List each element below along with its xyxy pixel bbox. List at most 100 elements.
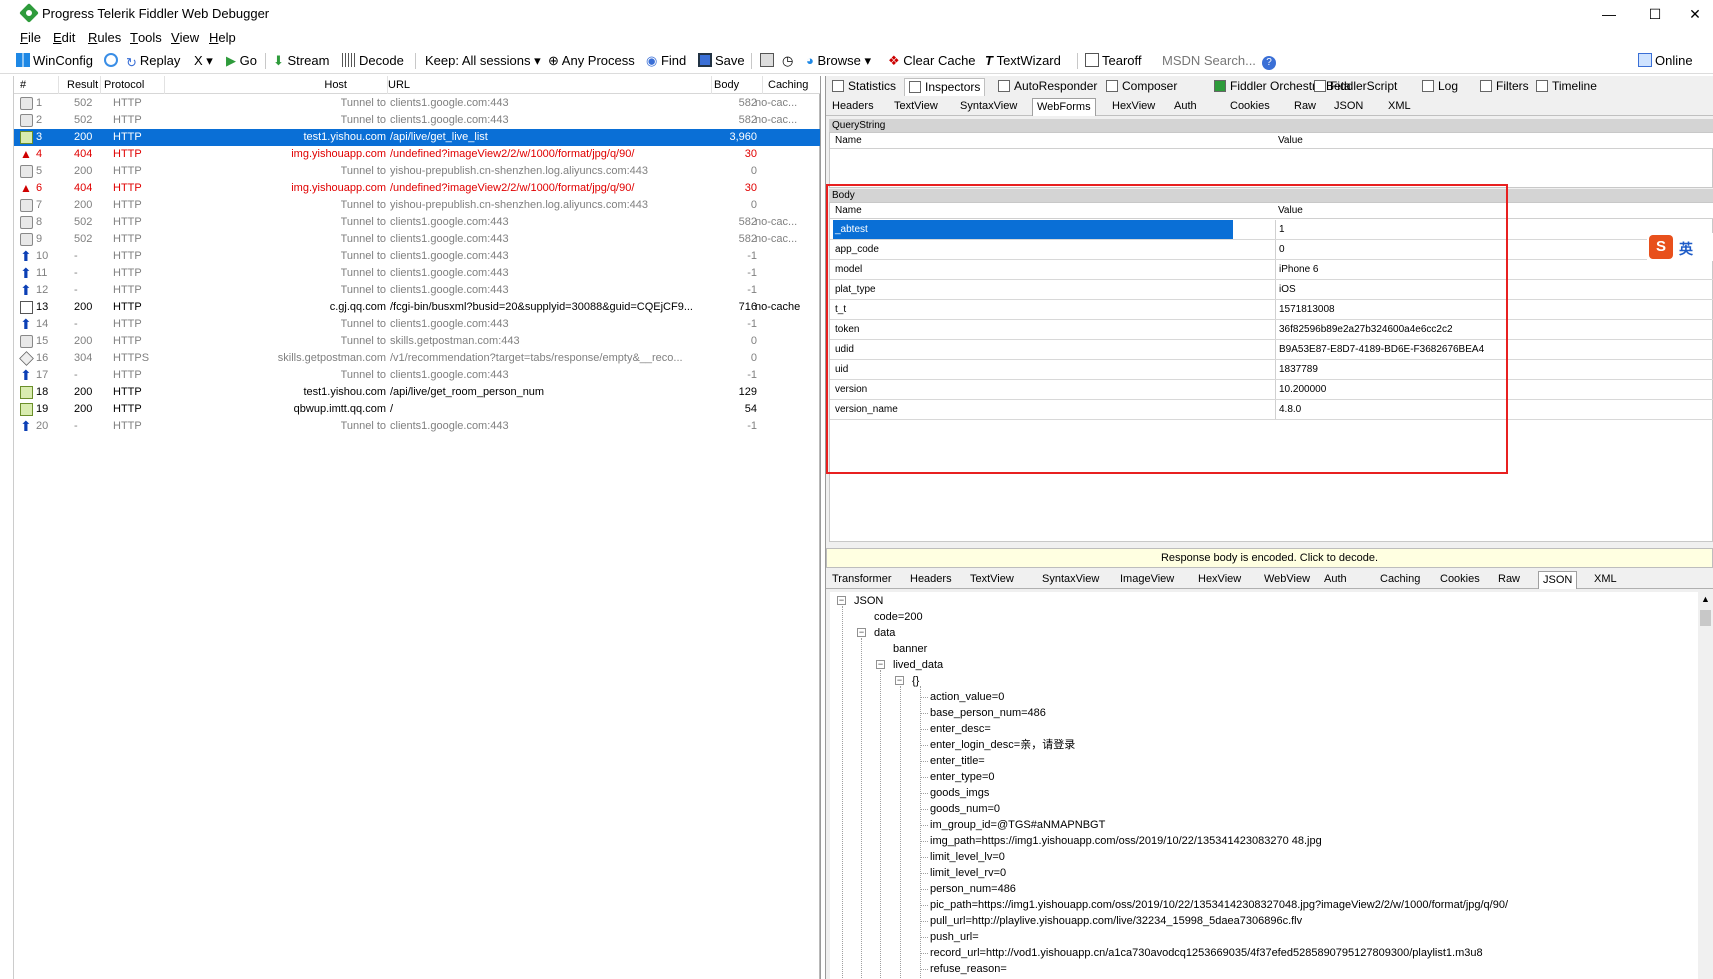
- column-header-host[interactable]: Host: [324, 79, 347, 91]
- tab-statistics[interactable]: Statistics: [828, 78, 900, 96]
- session-row[interactable]: ⬆ 14 - HTTP Tunnel to clients1.google.com:443…: [14, 316, 820, 333]
- column-header-protocol[interactable]: Protocol: [104, 79, 144, 91]
- column-header-body[interactable]: Body: [714, 79, 739, 91]
- tab-timeline[interactable]: Timeline: [1532, 78, 1601, 96]
- replay-button[interactable]: ↻ Replay: [126, 52, 180, 72]
- json-field-node[interactable]: record_url=http://vod1.yishouapp.cn/a1ca…: [930, 946, 1483, 960]
- json-field-node[interactable]: goods_imgs: [930, 786, 989, 800]
- json-root-node[interactable]: JSON: [854, 594, 883, 608]
- session-row[interactable]: ⬆ 12 - HTTP Tunnel to clients1.google.com:443…: [14, 282, 820, 299]
- minimize-button[interactable]: —: [1586, 2, 1632, 26]
- column-header-url[interactable]: URL: [388, 79, 410, 91]
- json-field-node[interactable]: enter_login_desc=亲，请登录: [930, 738, 1075, 752]
- collapse-toggle-icon[interactable]: −: [857, 628, 866, 637]
- json-field-node[interactable]: push_url=: [930, 930, 979, 944]
- json-node[interactable]: lived_data: [893, 658, 943, 672]
- scroll-thumb[interactable]: [1700, 610, 1711, 626]
- tab-caching[interactable]: Caching: [1376, 571, 1424, 589]
- session-row[interactable]: 3 200 HTTP test1.yishou.com/api/live/get_li…: [14, 129, 820, 146]
- session-row[interactable]: 2 502 HTTP Tunnel to clients1.google.com:443…: [14, 112, 820, 129]
- session-row[interactable]: 19 200 HTTP qbwup.imtt.qq.com / 54: [14, 401, 820, 418]
- json-field-node[interactable]: enter_type=0: [930, 770, 995, 784]
- session-row[interactable]: ⬆ 20 - HTTP Tunnel to clients1.google.com:443…: [14, 418, 820, 435]
- session-row[interactable]: 15 200 HTTP Tunnel to skills.getpostman.com:…: [14, 333, 820, 350]
- json-node[interactable]: {}: [912, 674, 919, 688]
- menu-file[interactable]: File: [14, 28, 47, 47]
- tearoff-button[interactable]: Tearoff: [1085, 52, 1142, 72]
- json-scrollbar[interactable]: ▲: [1698, 592, 1713, 979]
- tab-xml[interactable]: XML: [1384, 98, 1415, 116]
- tab-json[interactable]: JSON: [1330, 98, 1367, 116]
- column-header-number[interactable]: #: [20, 79, 26, 91]
- tab-auth[interactable]: Auth: [1170, 98, 1201, 116]
- tab-fiddlerscript[interactable]: FiddlerScript: [1310, 78, 1401, 96]
- menu-rules[interactable]: Rules: [82, 28, 127, 47]
- tab-webforms[interactable]: WebForms: [1032, 98, 1096, 116]
- json-field-node[interactable]: limit_level_lv=0: [930, 850, 1005, 864]
- collapse-toggle-icon[interactable]: −: [895, 676, 904, 685]
- tab-filters[interactable]: Filters: [1476, 78, 1533, 96]
- comment-button[interactable]: [104, 52, 121, 72]
- column-header-caching[interactable]: Caching: [768, 79, 808, 91]
- tab-log[interactable]: Log: [1418, 78, 1462, 96]
- session-row[interactable]: 13 200 HTTP c.gj.qq.com/fcgi-bin/busxml?bus…: [14, 299, 820, 316]
- session-row[interactable]: ▲ 4 404 HTTP img.yishouapp.com/undefined?ima…: [14, 146, 820, 163]
- json-field-node[interactable]: action_value=0: [930, 690, 1004, 704]
- textwizard-button[interactable]: T TextWizard: [985, 52, 1061, 72]
- json-field-node[interactable]: enter_title=: [930, 754, 985, 768]
- json-field-node[interactable]: limit_level_rv=0: [930, 866, 1006, 880]
- tab-json[interactable]: JSON: [1538, 571, 1578, 589]
- tab-transformer[interactable]: Transformer: [828, 571, 896, 589]
- tab-syntaxview[interactable]: SyntaxView: [1038, 571, 1103, 589]
- collapse-toggle-icon[interactable]: −: [837, 596, 846, 605]
- json-field-node[interactable]: goods_num=0: [930, 802, 1000, 816]
- stream-button[interactable]: ⬇ Stream: [273, 52, 329, 72]
- json-field-node[interactable]: im_group_id=@TGS#aNMAPNBGT: [930, 818, 1105, 832]
- tab-inspectors[interactable]: Inspectors: [904, 78, 986, 96]
- tab-textview[interactable]: TextView: [890, 98, 942, 116]
- clear-cache-button[interactable]: ❖ Clear Cache: [888, 52, 976, 72]
- tab-composer[interactable]: Composer: [1102, 78, 1181, 96]
- tab-hexview[interactable]: HexView: [1108, 98, 1159, 116]
- any-process-button[interactable]: ⊕ Any Process: [548, 52, 635, 72]
- session-row[interactable]: ⬆ 10 - HTTP Tunnel to clients1.google.com:443…: [14, 248, 820, 265]
- decode-notice-bar[interactable]: Response body is encoded. Click to decod…: [826, 548, 1713, 568]
- session-row[interactable]: ▲ 6 404 HTTP img.yishouapp.com/undefined?ima…: [14, 180, 820, 197]
- session-row[interactable]: 8 502 HTTP Tunnel to clients1.google.com:443…: [14, 214, 820, 231]
- online-status[interactable]: Online: [1638, 52, 1693, 72]
- menu-edit[interactable]: Edit: [47, 28, 81, 47]
- tab-cookies[interactable]: Cookies: [1436, 571, 1484, 589]
- tab-raw[interactable]: Raw: [1494, 571, 1524, 589]
- session-row[interactable]: 18 200 HTTP test1.yishou.com/api/live/get_r…: [14, 384, 820, 401]
- session-row[interactable]: 1 502 HTTP Tunnel to clients1.google.com:443…: [14, 95, 820, 112]
- session-row[interactable]: ⬆ 11 - HTTP Tunnel to clients1.google.com:443…: [14, 265, 820, 282]
- decode-button[interactable]: Decode: [342, 52, 404, 72]
- tab-autoresponder[interactable]: AutoResponder: [994, 78, 1101, 96]
- session-row[interactable]: 16 304 HTTPS skills.getpostman.com/v1/recom…: [14, 350, 820, 367]
- tab-headers[interactable]: Headers: [906, 571, 956, 589]
- session-row[interactable]: 9 502 HTTP Tunnel to clients1.google.com:443…: [14, 231, 820, 248]
- tab-textview[interactable]: TextView: [966, 571, 1018, 589]
- json-field-node[interactable]: enter_desc=: [930, 722, 991, 736]
- menu-view[interactable]: View: [165, 28, 205, 47]
- tab-raw[interactable]: Raw: [1290, 98, 1320, 116]
- menu-help[interactable]: Help: [203, 28, 242, 47]
- tab-headers[interactable]: Headers: [828, 98, 878, 116]
- help-button[interactable]: ?: [1262, 52, 1276, 72]
- menu-tools[interactable]: Tools: [124, 28, 168, 47]
- json-node[interactable]: code=200: [874, 610, 923, 624]
- json-node[interactable]: banner: [893, 642, 927, 656]
- session-row[interactable]: 5 200 HTTP Tunnel to yishou-prepublish.cn-sh…: [14, 163, 820, 180]
- timer-button[interactable]: ◷: [782, 52, 793, 72]
- json-field-node[interactable]: img_path=https://img1.yishouapp.com/oss/…: [930, 834, 1322, 848]
- tab-imageview[interactable]: ImageView: [1116, 571, 1178, 589]
- json-node[interactable]: data: [874, 626, 895, 640]
- close-button[interactable]: ✕: [1672, 2, 1713, 26]
- winconfig-button[interactable]: WinConfig: [16, 52, 93, 72]
- keep-sessions-dropdown[interactable]: Keep: All sessions ▾: [425, 52, 541, 72]
- screenshot-button[interactable]: [760, 52, 777, 72]
- column-header-result[interactable]: Result: [67, 79, 98, 91]
- json-field-node[interactable]: base_person_num=486: [930, 706, 1046, 720]
- json-field-node[interactable]: refuse_reason=: [930, 962, 1007, 976]
- browse-button[interactable]: ◕ Browse ▾: [806, 52, 871, 72]
